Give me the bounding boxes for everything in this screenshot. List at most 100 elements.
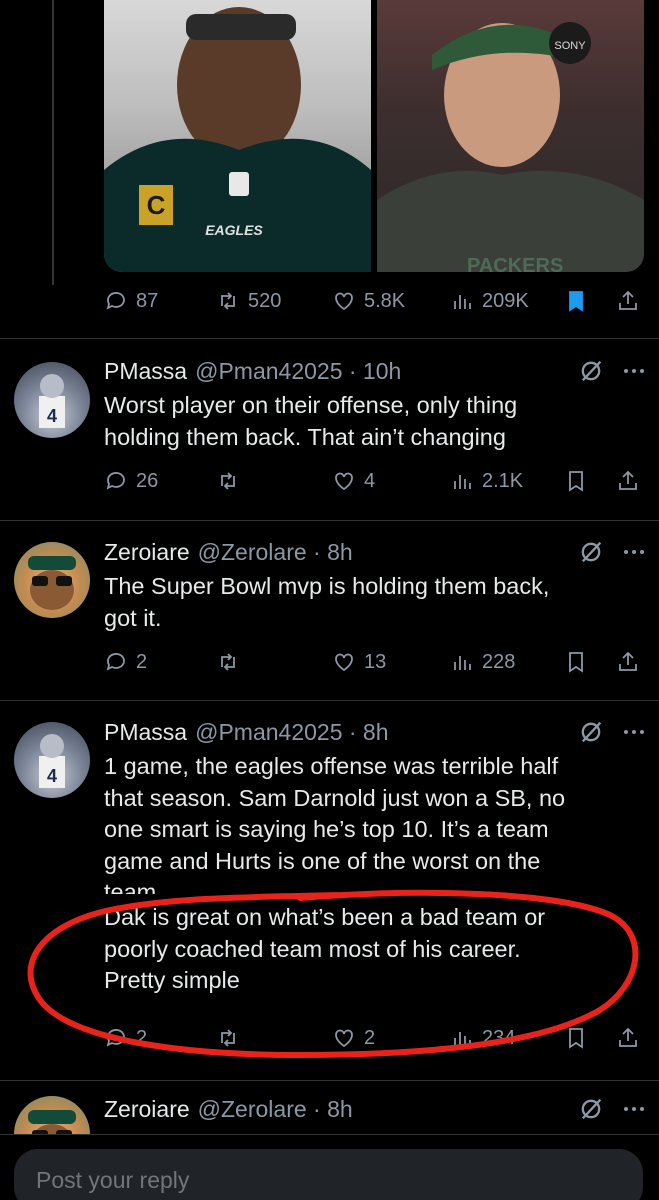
more-icon[interactable] (623, 548, 645, 556)
reply-button[interactable]: 2 (104, 647, 147, 677)
tweet-actions: 26 4 2.1K (104, 466, 644, 496)
reply-bar (0, 1134, 659, 1200)
like-button[interactable]: 5.8K (332, 286, 405, 316)
reply-count: 26 (136, 469, 159, 492)
reply-count: 2 (136, 1026, 148, 1049)
bookmark-icon (569, 1028, 583, 1049)
like-button[interactable]: 13 (332, 647, 386, 677)
reply-button[interactable]: 26 (104, 466, 158, 496)
more-icon[interactable] (623, 367, 645, 375)
text-line: poorly coached team most of his career. (104, 935, 521, 962)
retweet-button[interactable] (216, 466, 240, 496)
avatar[interactable]: 4 (14, 362, 90, 438)
reply-button[interactable]: 87 (104, 286, 158, 316)
avatar[interactable] (14, 1096, 90, 1134)
grok-icon[interactable] (577, 718, 605, 746)
views-button[interactable]: 228 (450, 647, 515, 677)
captain-patch: C (147, 190, 166, 220)
share-icon (619, 1027, 637, 1047)
handle-time[interactable]: @Pman42025 · 10h (195, 358, 401, 385)
text-line: Dak is great on what’s been a bad team o… (104, 904, 546, 930)
avatar[interactable] (14, 542, 90, 618)
retweet-button[interactable] (216, 647, 240, 677)
more-icon[interactable] (623, 728, 645, 736)
headset-brand: SONY (554, 40, 586, 52)
divider (0, 520, 659, 521)
views-icon (454, 1032, 471, 1046)
views-button[interactable]: 209K (450, 286, 529, 316)
heart-icon (335, 472, 353, 491)
like-count: 2 (364, 1026, 376, 1049)
reply-count: 2 (136, 650, 148, 673)
views-icon (454, 295, 471, 309)
views-button[interactable]: 2.1K (450, 466, 523, 496)
heart-icon (335, 1029, 353, 1048)
handle-time[interactable]: @Zerolare · 8h (198, 539, 353, 566)
tweet-text: 1 game, the eagles offense was terrible … (104, 751, 624, 997)
tweet-text: Worst player on their offense, only thin… (104, 390, 624, 453)
coach-photo[interactable]: SONY PACKERS (377, 0, 644, 272)
shirt-text: PACKERS (467, 255, 563, 272)
bookmark-button[interactable] (564, 286, 588, 316)
tweet[interactable]: Zeroiare @Zerolare · 8h (0, 1080, 659, 1134)
reply-icon (106, 292, 125, 310)
retweet-icon (221, 292, 235, 310)
bookmark-button[interactable] (564, 466, 588, 496)
bookmark-button[interactable] (564, 1023, 588, 1053)
share-button[interactable] (616, 466, 640, 496)
divider (0, 700, 659, 701)
retweet-count: 520 (248, 289, 282, 312)
bookmark-icon (569, 471, 583, 492)
text-line: one smart is saying he’s top 10. It’s a … (104, 816, 549, 842)
more-icon[interactable] (623, 1105, 645, 1113)
views-icon (454, 475, 471, 489)
avatar[interactable]: 4 (14, 722, 90, 798)
tweet-media[interactable]: C EAGLES SONY PACKERS (104, 0, 644, 272)
like-count: 5.8K (364, 289, 406, 312)
reply-icon (106, 472, 125, 490)
bookmark-button[interactable] (564, 647, 588, 677)
reply-input[interactable] (14, 1149, 643, 1200)
share-icon (619, 290, 637, 310)
reply-icon (106, 653, 125, 671)
svg-text:4: 4 (47, 406, 57, 426)
tweet-text: The Super Bowl mvp is holding them back,… (104, 571, 624, 634)
grok-icon[interactable] (577, 1095, 605, 1123)
reply-button[interactable]: 2 (104, 1023, 147, 1053)
retweet-button[interactable] (216, 1023, 240, 1053)
view-count: 228 (482, 650, 516, 673)
text-line: Worst player on their offense, only thin… (104, 392, 518, 418)
display-name[interactable]: Zeroiare (104, 539, 190, 566)
share-icon (619, 470, 637, 490)
grok-icon[interactable] (577, 357, 605, 385)
grok-icon[interactable] (577, 538, 605, 566)
display-name[interactable]: PMassa (104, 358, 187, 385)
bookmark-filled-icon (569, 291, 583, 312)
heart-icon (335, 292, 353, 311)
retweet-button[interactable]: 520 (216, 286, 281, 316)
share-button[interactable] (616, 647, 640, 677)
tweet-actions: 2 2 234 (104, 1023, 644, 1053)
text-line: Pretty simple (104, 967, 240, 993)
retweet-icon (221, 653, 235, 671)
top-tweet-actions: 87 520 5.8K 209K (104, 286, 644, 316)
view-count: 2.1K (482, 469, 524, 492)
text-line: holding them back. That ain’t changing (104, 423, 506, 450)
eagles-player-photo[interactable]: C EAGLES (104, 0, 371, 272)
display-name[interactable]: PMassa (104, 719, 187, 746)
reply-count: 87 (136, 289, 159, 312)
like-button[interactable]: 2 (332, 1023, 375, 1053)
retweet-icon (221, 472, 235, 490)
views-button[interactable]: 234 (450, 1023, 515, 1053)
display-name[interactable]: Zeroiare (104, 1096, 190, 1123)
handle-time[interactable]: @Zerolare · 8h (198, 1096, 353, 1123)
view-count: 234 (482, 1026, 516, 1049)
share-button[interactable] (616, 1023, 640, 1053)
jersey-text: EAGLES (205, 222, 263, 238)
handle-time[interactable]: @Pman42025 · 8h (195, 719, 388, 746)
reply-icon (106, 1029, 125, 1047)
tweet-actions: 2 13 228 (104, 647, 644, 677)
like-button[interactable]: 4 (332, 466, 375, 496)
text-line: The Super Bowl mvp is holding them back, (104, 573, 550, 599)
share-button[interactable] (616, 286, 640, 316)
